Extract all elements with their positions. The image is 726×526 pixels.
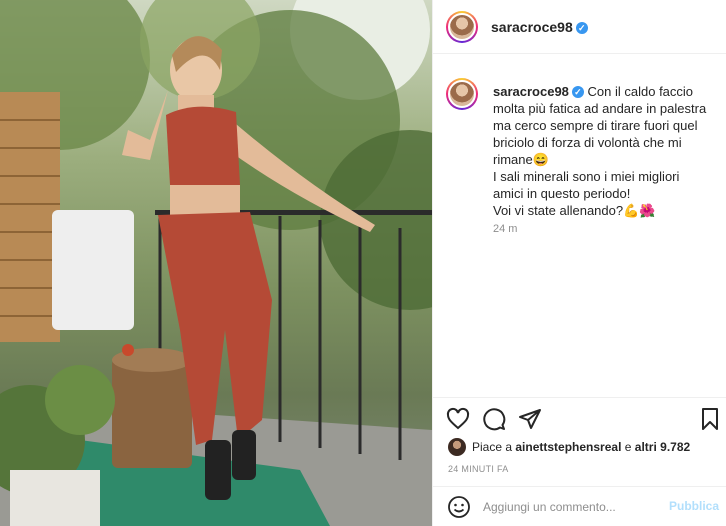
caption-line: I sali minerali sono i miei migliori xyxy=(493,169,680,184)
liker-avatar[interactable] xyxy=(448,438,466,456)
likes-middle: e xyxy=(624,440,632,454)
likes-summary: Piace a ainettstephensreal e altri 9.782 xyxy=(448,438,690,456)
comment-bar: Pubblica xyxy=(433,486,726,526)
post-comment-button[interactable]: Pubblica xyxy=(669,499,719,513)
post-photo[interactable] xyxy=(0,0,432,526)
author-username-row: saracroce98 ✓ xyxy=(491,19,588,35)
post-header: saracroce98 ✓ xyxy=(433,0,726,54)
caption-line: Con il caldo faccio xyxy=(587,84,694,99)
post-time-ago[interactable]: 24 MINUTI FA xyxy=(448,464,509,474)
caption-line: molta più fatica ad andare in palestra xyxy=(493,101,707,116)
likes-user[interactable]: ainettstephensreal xyxy=(515,440,621,454)
caption-username[interactable]: saracroce98 xyxy=(493,84,569,99)
author-username[interactable]: saracroce98 xyxy=(491,19,573,35)
likes-prefix: Piace a xyxy=(472,440,513,454)
paper-plane-icon[interactable] xyxy=(518,407,542,431)
caption-line: Voi vi state allenando?💪🌺 xyxy=(493,203,656,218)
bookmark-icon[interactable] xyxy=(698,407,722,431)
emoji-icon[interactable] xyxy=(447,495,471,519)
caption-timestamp[interactable]: 24 m xyxy=(493,223,517,235)
author-avatar[interactable] xyxy=(446,11,478,43)
caption-line: amici in questo periodo! xyxy=(493,186,631,201)
post-caption: saracroce98 ✓ Con il caldo faccio molta p… xyxy=(493,83,718,219)
caption-line: rimane😄 xyxy=(493,152,549,167)
likes-others[interactable]: altri 9.782 xyxy=(635,440,690,454)
caption-line: ma cerco sempre di tirare fuori quel xyxy=(493,118,698,133)
caption-avatar[interactable] xyxy=(446,78,478,110)
action-bar xyxy=(433,397,726,437)
verified-badge-icon: ✓ xyxy=(571,86,584,98)
caption-line: briciolo di forza di volontà che mi xyxy=(493,135,682,150)
post-side-panel: saracroce98 ✓ saracroce98 ✓ Con il caldo f… xyxy=(432,0,726,526)
verified-badge-icon: ✓ xyxy=(575,22,588,34)
photo-illustration xyxy=(0,0,432,526)
heart-icon[interactable] xyxy=(446,407,470,431)
comment-icon[interactable] xyxy=(482,407,506,431)
comment-input[interactable] xyxy=(483,498,663,516)
